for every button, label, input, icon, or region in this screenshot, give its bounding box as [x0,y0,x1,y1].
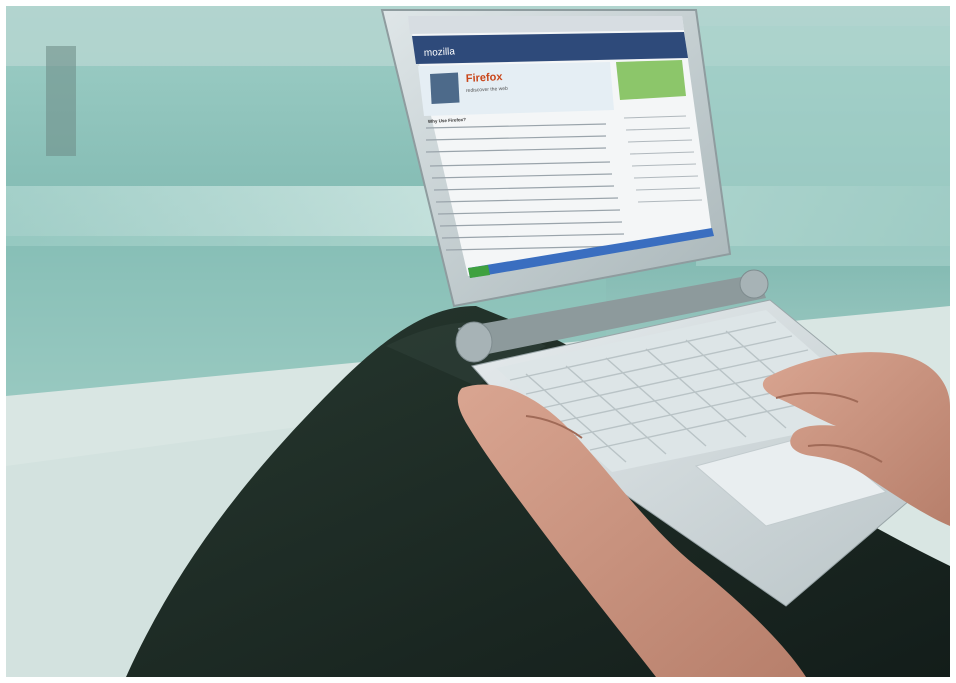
photo-svg: mozilla Firefox rediscover the web Why U… [6,6,950,677]
mozilla-brand: mozilla [424,46,456,59]
hinge-right [739,269,769,299]
download-box [616,60,686,100]
hinge-left [455,321,493,363]
background-figure-blur [46,46,76,156]
right-blur [696,26,950,266]
firefox-box-image [430,72,460,104]
firefox-title: Firefox [466,71,504,85]
photo: mozilla Firefox rediscover the web Why U… [0,0,956,683]
